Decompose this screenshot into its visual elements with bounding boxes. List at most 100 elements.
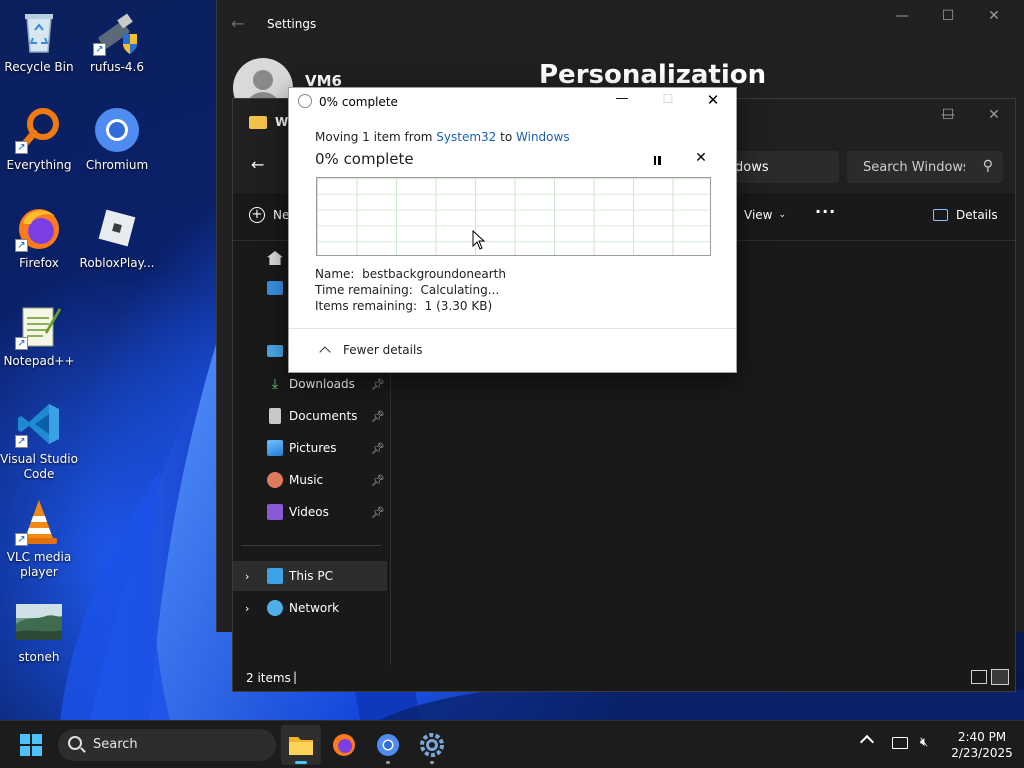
maximize-button-2[interactable]: ☐ xyxy=(925,99,971,131)
usb-drive-icon: ↗ xyxy=(93,8,141,56)
firefox-icon: ↗ xyxy=(15,204,63,252)
fewer-details-button[interactable]: Fewer details xyxy=(317,343,423,358)
taskbar-firefox[interactable] xyxy=(324,725,364,765)
search-input[interactable]: Search Windows xyxy=(863,160,965,175)
active-indicator xyxy=(295,761,307,764)
taskbar-search-box[interactable]: Search xyxy=(58,729,276,761)
details-view-icon[interactable] xyxy=(971,670,987,684)
nav-item-videos[interactable]: Videos 📌︎ xyxy=(233,497,389,527)
pin-icon[interactable]: 📌︎ xyxy=(371,506,385,519)
desktop-icon-vscode[interactable]: ↗ Visual Studio Code xyxy=(0,400,78,482)
nav-item-label: Videos xyxy=(289,505,329,519)
cancel-operation-button[interactable]: ✕ xyxy=(693,150,709,166)
divider xyxy=(289,328,736,329)
desktop-icon-label: Visual Studio Code xyxy=(0,452,78,481)
start-button[interactable] xyxy=(14,729,48,761)
search-box[interactable]: Search Windows ⚲ xyxy=(847,151,1003,183)
search-icon: ⚲ xyxy=(982,158,993,174)
minimize-button[interactable]: — xyxy=(611,91,633,106)
desktop-icon-chromium[interactable]: Chromium xyxy=(78,106,156,173)
more-options-button[interactable]: ... xyxy=(815,198,836,217)
moving-description: Moving 1 item from System32 to Windows xyxy=(315,130,570,144)
desktop-icon-notepadpp[interactable]: ↗ Notepad++ xyxy=(0,302,78,369)
close-button[interactable]: ✕ xyxy=(971,0,1017,32)
file-operation-dialog[interactable]: 0% complete — ☐ ✕ Moving 1 item from Sys… xyxy=(288,87,737,373)
nav-item-documents[interactable]: Documents 📌︎ xyxy=(233,401,389,431)
new-button[interactable]: + Ne xyxy=(249,203,289,227)
network-icon xyxy=(267,600,283,616)
source-link[interactable]: System32 xyxy=(436,130,496,144)
pictures-icon xyxy=(267,440,283,456)
windows-logo-icon xyxy=(20,734,42,756)
nav-item-downloads[interactable]: ⤓ Downloads 📌︎ xyxy=(233,369,389,399)
pin-icon[interactable]: 📌︎ xyxy=(371,442,385,455)
pin-icon[interactable]: 📌︎ xyxy=(371,378,385,391)
download-arrow-icon: ⤓ xyxy=(271,376,279,392)
desktop-icon-label: rufus-4.6 xyxy=(89,60,145,74)
nav-item-label: Documents xyxy=(289,409,358,423)
detail-name-row: Name: bestbackgroundonearth xyxy=(315,267,506,281)
maximize-button[interactable]: ☐ xyxy=(925,0,971,32)
chromium-icon xyxy=(93,106,141,154)
desktop-icon-rufus[interactable]: ↗ rufus-4.6 xyxy=(78,8,156,75)
pin-icon[interactable]: 📌︎ xyxy=(371,410,385,423)
desktop-icon-roblox[interactable]: RobloxPlay... xyxy=(78,204,156,271)
pin-icon[interactable]: 📌︎ xyxy=(371,474,385,487)
chevron-up-icon xyxy=(319,346,331,358)
clock[interactable]: 2:40 PM 2/23/2025 xyxy=(944,729,1020,761)
new-label: Ne xyxy=(273,208,290,222)
user-silhouette-icon xyxy=(253,70,273,90)
details-button[interactable]: Details xyxy=(933,203,998,227)
home-icon[interactable] xyxy=(267,251,283,265)
desktop-icon-label: Notepad++ xyxy=(3,354,75,368)
chevron-right-icon[interactable]: › xyxy=(245,602,249,615)
tree-item-network[interactable]: › Network xyxy=(233,593,389,623)
minimize-button[interactable]: — xyxy=(879,0,925,32)
back-arrow-icon[interactable]: ← xyxy=(231,14,244,33)
time-value: Calculating... xyxy=(420,283,500,297)
tree-item-label: Network xyxy=(289,601,340,615)
gallery-icon[interactable] xyxy=(267,281,283,295)
desktop-icon-vlc[interactable]: ↗ VLC media player xyxy=(0,498,78,580)
desktop-icon-firefox[interactable]: ↗ Firefox xyxy=(0,204,78,271)
volume-muted-icon[interactable]: 🔇︎ xyxy=(920,735,928,750)
desktop-icon-label: Everything xyxy=(6,158,72,172)
close-button[interactable]: ✕ xyxy=(971,99,1017,131)
fewer-details-label: Fewer details xyxy=(343,343,423,357)
desktop-icon-everything[interactable]: ↗ Everything xyxy=(0,106,78,173)
desktop-folder-icon[interactable] xyxy=(267,345,283,357)
taskbar-chromium[interactable] xyxy=(368,725,408,765)
music-icon xyxy=(267,472,283,488)
shortcut-arrow-icon: ↗ xyxy=(93,43,106,56)
detail-items-row: Items remaining: 1 (3.30 KB) xyxy=(315,299,492,313)
maximize-button: ☐ xyxy=(662,92,674,106)
image-thumbnail-icon xyxy=(16,604,62,640)
desktop-icon-recycle-bin[interactable]: Recycle Bin xyxy=(0,8,78,75)
network-status-icon[interactable] xyxy=(892,737,908,749)
desktop-icon-stoneh[interactable]: stoneh xyxy=(0,604,78,665)
destination-link[interactable]: Windows xyxy=(516,130,570,144)
desktop-icon-label: stoneh xyxy=(18,650,60,664)
desktop-icon-label: Chromium xyxy=(85,158,149,172)
progress-heading: 0% complete xyxy=(315,150,414,168)
taskbar-settings[interactable] xyxy=(412,725,452,765)
nav-item-label: Pictures xyxy=(289,441,337,455)
show-hidden-icons-chevron-icon[interactable] xyxy=(859,734,875,750)
chevron-right-icon[interactable]: › xyxy=(245,570,249,583)
clock-icon xyxy=(298,94,312,108)
nav-item-label: Downloads xyxy=(289,377,355,391)
clock-date: 2/23/2025 xyxy=(951,746,1013,760)
back-arrow-icon[interactable]: ← xyxy=(251,155,264,174)
shortcut-arrow-icon: ↗ xyxy=(15,533,28,546)
taskbar-file-explorer[interactable] xyxy=(281,725,321,765)
nav-item-pictures[interactable]: Pictures 📌︎ xyxy=(233,433,389,463)
roblox-icon xyxy=(93,204,141,252)
pause-button[interactable] xyxy=(649,152,665,168)
close-button[interactable]: ✕ xyxy=(701,91,725,109)
nav-item-music[interactable]: Music 📌︎ xyxy=(233,465,389,495)
tree-item-this-pc[interactable]: › This PC xyxy=(233,561,387,591)
view-button[interactable]: View ⌄ xyxy=(729,203,786,227)
tiles-view-icon[interactable] xyxy=(991,669,1009,685)
view-label: View xyxy=(744,208,773,222)
running-indicator xyxy=(386,761,390,764)
